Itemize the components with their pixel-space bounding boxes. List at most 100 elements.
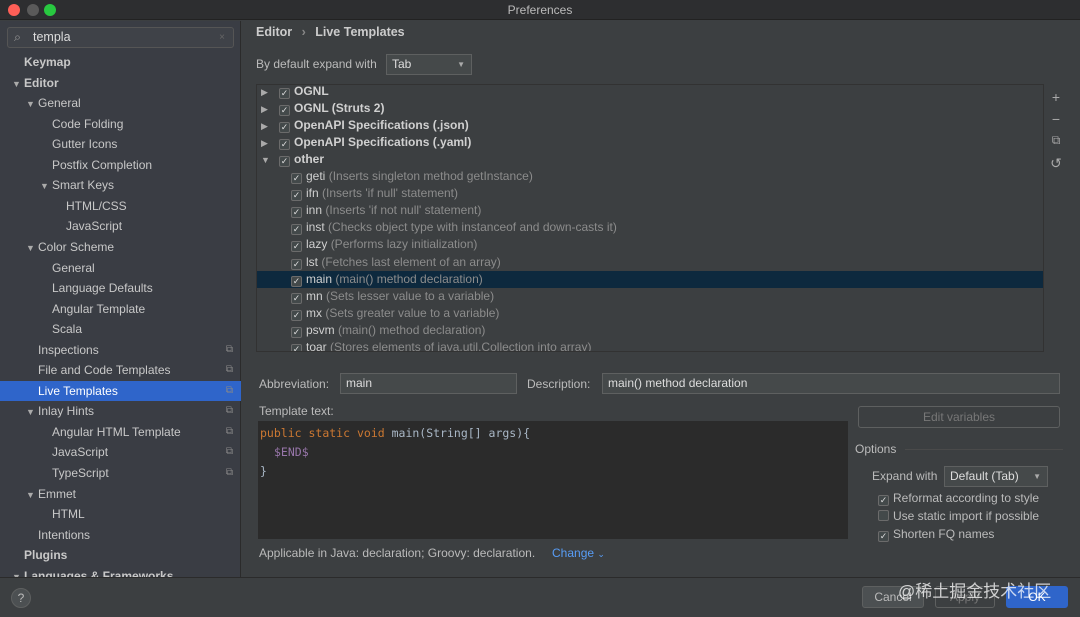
- checkbox[interactable]: ✓: [279, 122, 290, 134]
- templates-tree[interactable]: ▶ ✓ OGNL ▶ ✓ OGNL (Struts 2) ▶ ✓ OpenAPI Specifi…: [256, 84, 1044, 352]
- checkbox[interactable]: ✓: [279, 88, 290, 99]
- sidebar-item[interactable]: Postfix Completion: [0, 155, 241, 175]
- checkbox[interactable]: ✓: [291, 173, 302, 185]
- checkbox[interactable]: ✓: [291, 292, 302, 304]
- sidebar-item[interactable]: Keymap: [0, 52, 241, 72]
- sidebar-item[interactable]: HTML: [0, 504, 241, 524]
- sidebar-item[interactable]: ▼ Emmet: [0, 484, 241, 504]
- template-group[interactable]: ▶ ✓ OGNL (Struts 2): [257, 100, 1043, 118]
- checkbox[interactable]: ✓: [279, 139, 290, 151]
- sidebar-item-label: Inlay Hints: [38, 404, 95, 419]
- checkbox[interactable]: ✓: [878, 495, 889, 506]
- checkbox[interactable]: [878, 510, 889, 521]
- description-input[interactable]: main() method declaration: [602, 373, 1060, 394]
- expand-triangle-icon[interactable]: ▶: [261, 135, 279, 152]
- sidebar-item[interactable]: JavaScript: [0, 216, 241, 236]
- template-item[interactable]: ✓ inn (Inserts 'if not null' statement): [257, 202, 1043, 219]
- sidebar-item[interactable]: Plugins: [0, 545, 241, 565]
- checkbox[interactable]: ✓: [291, 309, 302, 321]
- expand-triangle-icon[interactable]: ▶: [261, 85, 279, 101]
- chevron-down-icon: ▼: [1033, 472, 1041, 481]
- checkbox[interactable]: ✓: [291, 207, 302, 219]
- template-text-editor[interactable]: public static void main(String[] args){ …: [258, 421, 848, 539]
- template-group[interactable]: ▶ ✓ OpenAPI Specifications (.yaml): [257, 134, 1043, 152]
- remove-icon[interactable]: −: [1049, 111, 1063, 127]
- maximize-window-button[interactable]: [44, 4, 56, 16]
- checkbox[interactable]: ✓: [291, 190, 302, 202]
- option-checkbox[interactable]: ✓ Shorten FQ names: [878, 527, 994, 542]
- template-item[interactable]: ✓ lazy (Performs lazy initialization): [257, 236, 1043, 253]
- sidebar-item[interactable]: Language Defaults: [0, 278, 241, 298]
- expand-triangle-icon[interactable]: ▼: [12, 74, 24, 94]
- close-window-button[interactable]: [8, 4, 20, 16]
- sidebar-item[interactable]: JavaScript ⧉: [0, 442, 241, 462]
- add-icon[interactable]: +: [1049, 89, 1063, 105]
- template-item[interactable]: ✓ geti (Inserts singleton method getInsta…: [257, 168, 1043, 185]
- template-group[interactable]: ▶ ✓ OpenAPI Specifications (.json): [257, 117, 1043, 135]
- sidebar-item[interactable]: Angular Template: [0, 299, 241, 319]
- sidebar-item[interactable]: ▼ Color Scheme: [0, 237, 241, 257]
- copy-icon[interactable]: ⧉: [1049, 133, 1063, 148]
- expand-with-select[interactable]: Default (Tab) ▼: [944, 466, 1048, 487]
- template-item[interactable]: ✓ main (main() method declaration): [257, 270, 1043, 288]
- sidebar-item[interactable]: ▼ Editor: [0, 73, 241, 93]
- sidebar-item[interactable]: Scala: [0, 319, 241, 339]
- sidebar-item[interactable]: File and Code Templates ⧉: [0, 360, 241, 380]
- template-item[interactable]: ✓ inst (Checks object type with instanceo…: [257, 219, 1043, 236]
- revert-icon[interactable]: ↺: [1049, 155, 1063, 172]
- help-button[interactable]: ?: [11, 588, 31, 608]
- sidebar-item[interactable]: ▼ General: [0, 93, 241, 113]
- edit-variables-button[interactable]: Edit variables: [858, 406, 1060, 428]
- expand-triangle-icon[interactable]: ▶: [261, 101, 279, 118]
- sidebar-item[interactable]: TypeScript ⧉: [0, 463, 241, 483]
- abbreviation-input[interactable]: main: [340, 373, 517, 394]
- template-item[interactable]: ✓ ifn (Inserts 'if null' statement): [257, 185, 1043, 202]
- checkbox[interactable]: ✓: [291, 326, 302, 338]
- expand-triangle-icon[interactable]: ▼: [26, 94, 38, 114]
- expand-triangle-icon[interactable]: ▼: [40, 176, 52, 196]
- template-group[interactable]: ▼ ✓ other: [257, 151, 1043, 169]
- checkbox[interactable]: ✓: [291, 224, 302, 236]
- checkbox[interactable]: ✓: [291, 343, 302, 351]
- expand-triangle-icon[interactable]: ▶: [261, 118, 279, 135]
- collapse-triangle-icon[interactable]: ▼: [261, 152, 279, 169]
- expand-triangle-icon[interactable]: ▼: [26, 485, 38, 505]
- sidebar-item[interactable]: Angular HTML Template ⧉: [0, 422, 241, 442]
- option-checkbox[interactable]: Use static import if possible: [878, 509, 1039, 523]
- breadcrumb-parent[interactable]: Editor: [256, 25, 292, 39]
- sidebar-item-label: Angular HTML Template: [52, 424, 181, 439]
- checkbox[interactable]: ✓: [291, 275, 302, 287]
- checkbox[interactable]: ✓: [279, 156, 290, 168]
- sidebar-item[interactable]: ▼ Smart Keys: [0, 175, 241, 195]
- sidebar-item[interactable]: HTML/CSS: [0, 196, 241, 216]
- sidebar-item[interactable]: Intentions: [0, 525, 241, 545]
- checkbox[interactable]: ✓: [291, 258, 302, 270]
- search-input[interactable]: ⌕ templa ×: [7, 27, 234, 48]
- sidebar-item[interactable]: Live Templates ⧉: [0, 380, 241, 401]
- sidebar-item[interactable]: ▼ Inlay Hints ⧉: [0, 401, 241, 421]
- template-group[interactable]: ▶ ✓ OGNL: [257, 85, 1043, 101]
- sidebar-item[interactable]: General: [0, 258, 241, 278]
- template-item[interactable]: ✓ mx (Sets greater value to a variable): [257, 305, 1043, 322]
- change-contexts-link[interactable]: Change ⌄: [552, 546, 605, 560]
- template-item[interactable]: ✓ toar (Stores elements of java.util.Coll…: [257, 339, 1043, 351]
- sidebar-item[interactable]: Inspections ⧉: [0, 340, 241, 360]
- template-item[interactable]: ✓ lst (Fetches last element of an array): [257, 254, 1043, 271]
- option-label: Shorten FQ names: [893, 527, 995, 541]
- sidebar-item[interactable]: Gutter Icons: [0, 134, 241, 154]
- expand-triangle-icon[interactable]: ▼: [26, 402, 38, 422]
- sidebar-item-label: Inspections: [38, 342, 99, 357]
- checkbox[interactable]: ✓: [878, 531, 889, 542]
- option-checkbox[interactable]: ✓ Reformat according to style: [878, 491, 1039, 506]
- expand-triangle-icon[interactable]: ▼: [26, 238, 38, 258]
- checkbox[interactable]: ✓: [279, 105, 290, 117]
- checkbox[interactable]: ✓: [291, 241, 302, 253]
- template-item[interactable]: ✓ psvm (main() method declaration): [257, 322, 1043, 339]
- sidebar-item[interactable]: Code Folding: [0, 114, 241, 134]
- minimize-window-button[interactable]: [27, 4, 39, 16]
- expand-default-select[interactable]: Tab ▼: [386, 54, 472, 75]
- clear-search-icon[interactable]: ×: [219, 28, 225, 47]
- applicable-contexts: Applicable in Java: declaration; Groovy:…: [259, 546, 536, 560]
- template-description: (Checks object type with instanceof and …: [328, 220, 617, 235]
- template-item[interactable]: ✓ mn (Sets lesser value to a variable): [257, 288, 1043, 305]
